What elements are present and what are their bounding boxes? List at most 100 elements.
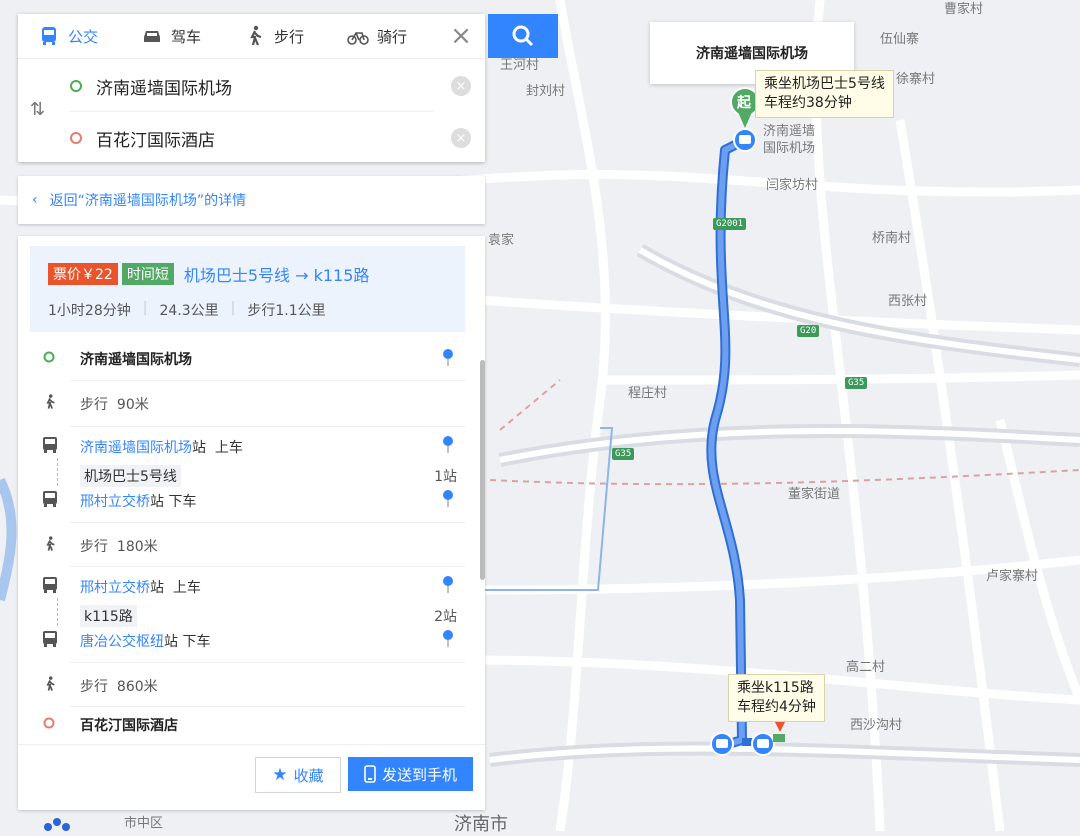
detail-footer: ★ 收藏 发送到手机 <box>18 744 485 810</box>
bus-line-chip[interactable]: 机场巴士5号线 <box>80 465 181 487</box>
callout-line: 车程约38分钟 <box>764 95 852 111</box>
travel-mode-tabs: 公交 驾车 步行 骑行 × <box>18 14 485 59</box>
walk-distance: 860米 <box>116 679 158 695</box>
map-label: 济南遥墙国际机场 <box>763 124 816 156</box>
fastest-badge: 时间短 <box>121 263 174 285</box>
walk-icon <box>42 392 58 410</box>
station-link[interactable]: 邢村立交桥 <box>80 494 150 510</box>
route-detail-panel: 票价￥22 时间短 机场巴士5号线 → k115路 1小时28分钟 | 24.3… <box>18 236 485 810</box>
send-label: 发送到手机 <box>381 765 457 784</box>
route-callout-k115: 乘坐k115路 车程约4分钟 <box>728 674 825 722</box>
step-walk: 步行 180米 <box>30 522 465 566</box>
highway-shield: G35 <box>612 448 635 460</box>
route-summary[interactable]: 票价￥22 时间短 机场巴士5号线 → k115路 1小时28分钟 | 24.3… <box>30 246 465 332</box>
bike-icon <box>347 32 369 45</box>
detail-scrollbar[interactable] <box>480 360 485 580</box>
start-dot-icon <box>42 350 58 368</box>
walk-icon <box>250 25 262 46</box>
map-label: 闫家坊村 <box>766 178 819 193</box>
bus-marker-icon[interactable] <box>751 732 775 756</box>
map-label: 曹家村 <box>944 2 984 17</box>
alight-action: 下车 <box>182 634 211 650</box>
map-label: 封刘村 <box>526 84 566 99</box>
map-label: 桥南村 <box>872 231 912 246</box>
locate-pin-icon[interactable] <box>441 488 455 508</box>
route-distance: 24.3公里 <box>159 303 219 319</box>
step-transit-1: 济南遥墙国际机场站 上车 机场巴士5号线 1站 邢村立交桥站 下车 <box>30 426 465 536</box>
stop-count: 1站 <box>434 469 457 485</box>
station-link[interactable]: 济南遥墙国际机场 <box>80 440 192 456</box>
walk-distance: 90米 <box>116 397 149 413</box>
alight-action: 下车 <box>168 494 197 510</box>
close-icon[interactable]: × <box>437 14 485 58</box>
step-transit-2: 邢村立交桥站 上车 k115路 2站 唐冶公交枢纽站 下车 <box>30 566 465 676</box>
walk-icon <box>42 674 58 692</box>
tab-transit[interactable]: 公交 <box>18 14 121 58</box>
locate-pin-icon[interactable] <box>441 628 455 648</box>
favorite-label: 收藏 <box>293 766 324 785</box>
search-button[interactable] <box>488 14 558 58</box>
station-link[interactable]: 邢村立交桥 <box>80 580 150 596</box>
map-label: 西张村 <box>888 294 928 309</box>
step-walk: 步行 90米 <box>30 380 465 424</box>
map-label: 程庄村 <box>628 386 668 401</box>
highway-shield: G35 <box>845 377 868 389</box>
search-icon <box>512 25 534 47</box>
back-to-place-link[interactable]: ‹ 返回“济南遥墙国际机场”的详情 <box>18 176 485 224</box>
destination-dot-icon <box>70 132 82 144</box>
tab-drive[interactable]: 驾车 <box>121 14 224 58</box>
tab-label: 驾车 <box>171 27 202 46</box>
tab-bike[interactable]: 骑行 <box>327 14 430 58</box>
bus-line-chip[interactable]: k115路 <box>80 605 137 627</box>
route-search-panel: 公交 驾车 步行 骑行 × ⇅ × × <box>18 14 485 162</box>
board-action: 上车 <box>172 580 201 596</box>
locate-pin-icon[interactable] <box>441 347 455 367</box>
station-suffix: 站 <box>150 580 164 596</box>
tab-label: 骑行 <box>377 27 408 46</box>
star-icon: ★ <box>272 765 288 785</box>
clear-origin-icon[interactable]: × <box>451 76 471 96</box>
origin-row: × <box>70 61 471 112</box>
step-end-label: 百花汀国际酒店 <box>80 718 178 734</box>
map-label: 济南市 <box>454 814 508 835</box>
highway-shield: G2001 <box>713 218 747 230</box>
walk-label: 步行 <box>80 539 108 555</box>
stop-count: 2站 <box>434 609 457 625</box>
callout-line: 乘坐机场巴士5号线 <box>764 76 885 92</box>
step-end[interactable]: 百花汀国际酒店 <box>30 708 465 738</box>
walk-label: 步行 <box>80 679 108 695</box>
map-label: 伍仙寨 <box>880 32 920 47</box>
tab-label: 步行 <box>274 27 305 46</box>
origin-destination: ⇅ × × <box>18 59 485 163</box>
map-label: 董家街道 <box>788 487 841 502</box>
station-suffix: 站 <box>192 440 206 456</box>
walk-icon <box>42 534 58 552</box>
destination-row: × <box>70 113 471 163</box>
map-label: 市中区 <box>124 816 164 831</box>
swap-icon[interactable]: ⇅ <box>30 99 52 121</box>
bus-marker-icon[interactable] <box>710 732 734 756</box>
bus-icon <box>42 576 58 594</box>
locate-pin-icon[interactable] <box>441 434 455 454</box>
origin-input[interactable] <box>94 75 398 97</box>
origin-dot-icon <box>70 80 82 92</box>
price-badge: 票价￥22 <box>48 263 118 285</box>
step-walk: 步行 860米 <box>30 662 465 706</box>
favorite-button[interactable]: ★ 收藏 <box>255 757 341 793</box>
route-walking: 步行1.1公里 <box>247 303 326 319</box>
route-duration: 1小时28分钟 <box>48 303 131 319</box>
tab-walk[interactable]: 步行 <box>224 14 327 58</box>
send-to-phone-button[interactable]: 发送到手机 <box>348 757 473 791</box>
map-label: 西沙沟村 <box>850 718 903 733</box>
bus-icon <box>42 630 58 648</box>
clear-destination-icon[interactable]: × <box>451 128 471 148</box>
bus-marker-icon[interactable] <box>733 128 757 152</box>
step-start[interactable]: 济南遥墙国际机场 <box>30 336 465 380</box>
callout-line: 车程约4分钟 <box>737 699 816 715</box>
destination-input[interactable] <box>94 127 398 149</box>
station-link[interactable]: 唐冶公交枢纽 <box>80 634 164 650</box>
bus-icon <box>42 27 56 45</box>
locate-pin-icon[interactable] <box>441 574 455 594</box>
phone-icon <box>364 765 376 783</box>
start-badge: 起 <box>737 95 751 111</box>
